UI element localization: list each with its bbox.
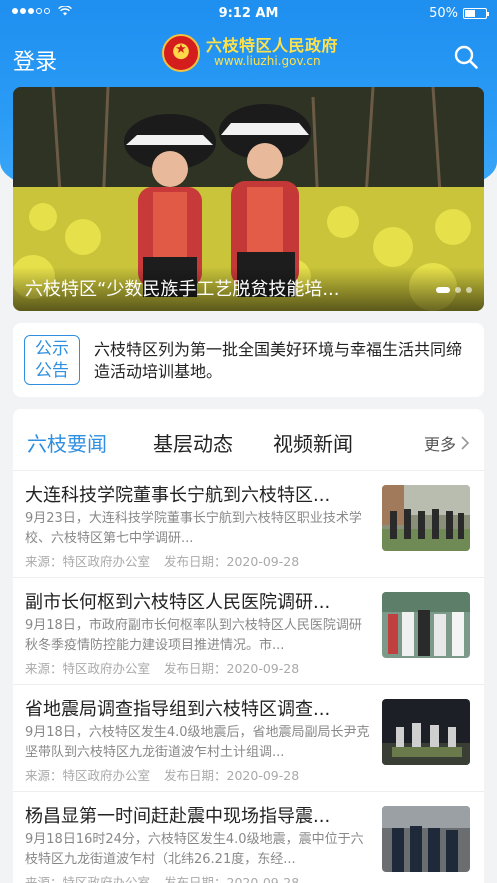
news-title: 大连科技学院董事长宁航到六枝特区... <box>25 485 331 506</box>
battery-indicator: 50% <box>429 6 489 21</box>
tab-grassroots[interactable]: 基层动态 <box>153 428 233 457</box>
news-source: 来源：特区政府办公室 <box>25 661 151 676</box>
logo-url: www.liuzhi.gov.cn <box>214 54 321 69</box>
notice-text[interactable]: 六枝特区列为第一批全国美好环境与幸福生活共同缔造活动培训基地。 <box>94 339 474 383</box>
more-button[interactable]: 更多 <box>424 431 470 455</box>
news-title: 省地震局调查指导组到六枝特区调查... <box>25 699 331 720</box>
news-panel: 六枝要闻 基层动态 视频新闻 更多 大连科技学院董事长宁航到六枝特区... 9月… <box>13 409 484 883</box>
logo-title: 六枝特区人民政府 <box>206 35 339 55</box>
carousel-dot[interactable] <box>466 287 472 293</box>
top-nav: 登录 六枝特区人民政府 www.liuzhi.gov.cn <box>0 28 497 86</box>
news-summary: 9月18日16时24分，六枝特区发生4.0级地震，震中位于六枝特区九龙街道波乍村… <box>25 832 364 867</box>
news-date: 发布日期：2020-09-28 <box>164 768 300 783</box>
news-meta: 来源：特区政府办公室 发布日期：2020-09-28 <box>25 872 299 883</box>
news-date: 发布日期：2020-09-28 <box>164 875 300 883</box>
news-summary: 9月18日，市政府副市长何枢率队到六枝特区人民医院调研秋冬季疫情防控能力建设项目… <box>25 618 362 653</box>
news-title: 副市长何枢到六枝特区人民医院调研... <box>25 592 331 613</box>
news-source: 来源：特区政府办公室 <box>25 554 151 569</box>
news-meta: 来源：特区政府办公室 发布日期：2020-09-28 <box>25 765 299 784</box>
battery-icon <box>463 8 489 19</box>
news-thumbnail <box>382 592 470 658</box>
news-source: 来源：特区政府办公室 <box>25 768 151 783</box>
news-thumbnail <box>382 485 470 551</box>
status-time: 9:12 AM <box>218 6 279 21</box>
carousel-indicators <box>436 287 472 293</box>
news-meta: 来源：特区政府办公室 发布日期：2020-09-28 <box>25 658 299 677</box>
chevron-right-icon <box>461 436 470 450</box>
national-emblem-icon <box>162 34 200 72</box>
carousel-dot[interactable] <box>455 287 461 293</box>
news-banner-carousel[interactable]: 六枝特区“少数民族手工艺脱贫技能培... <box>13 87 484 311</box>
news-source: 来源：特区政府办公室 <box>25 875 151 883</box>
news-tabs: 六枝要闻 基层动态 视频新闻 更多 <box>13 409 484 471</box>
search-icon[interactable] <box>453 44 479 70</box>
banner-caption[interactable]: 六枝特区“少数民族手工艺脱贫技能培... <box>25 275 385 301</box>
tab-video-news[interactable]: 视频新闻 <box>273 428 353 457</box>
news-thumbnail <box>382 806 470 872</box>
status-bar: 9:12 AM 50% <box>0 0 497 28</box>
carousel-dot[interactable] <box>436 287 450 293</box>
news-meta: 来源：特区政府办公室 发布日期：2020-09-28 <box>25 551 299 570</box>
notice-tag: 公示 公告 <box>24 335 80 385</box>
news-summary: 9月23日，大连科技学院董事长宁航到六枝特区职业技术学校、六枝特区第七中学调研.… <box>25 511 362 546</box>
news-title: 杨昌显第一时间赶赴震中现场指导震... <box>25 806 331 827</box>
news-item[interactable]: 大连科技学院董事长宁航到六枝特区... 9月23日，大连科技学院董事长宁航到六枝… <box>13 471 484 578</box>
news-item[interactable]: 杨昌显第一时间赶赴震中现场指导震... 9月18日16时24分，六枝特区发生4.… <box>13 792 484 883</box>
tab-liuzhi-news[interactable]: 六枝要闻 <box>27 428 107 457</box>
news-item[interactable]: 副市长何枢到六枝特区人民医院调研... 9月18日，市政府副市长何枢率队到六枝特… <box>13 578 484 685</box>
news-thumbnail <box>382 699 470 765</box>
news-item[interactable]: 省地震局调查指导组到六枝特区调查... 9月18日，六枝特区发生4.0级地震后，… <box>13 685 484 792</box>
news-date: 发布日期：2020-09-28 <box>164 661 300 676</box>
battery-percent: 50% <box>429 6 458 21</box>
news-date: 发布日期：2020-09-28 <box>164 554 300 569</box>
news-summary: 9月18日，六枝特区发生4.0级地震后，省地震局副局长尹克坚带队到六枝特区九龙街… <box>25 725 370 760</box>
public-notice-card[interactable]: 公示 公告 六枝特区列为第一批全国美好环境与幸福生活共同缔造活动培训基地。 <box>13 323 484 397</box>
site-logo: 六枝特区人民政府 www.liuzhi.gov.cn <box>162 34 338 72</box>
login-button[interactable]: 登录 <box>13 44 57 76</box>
